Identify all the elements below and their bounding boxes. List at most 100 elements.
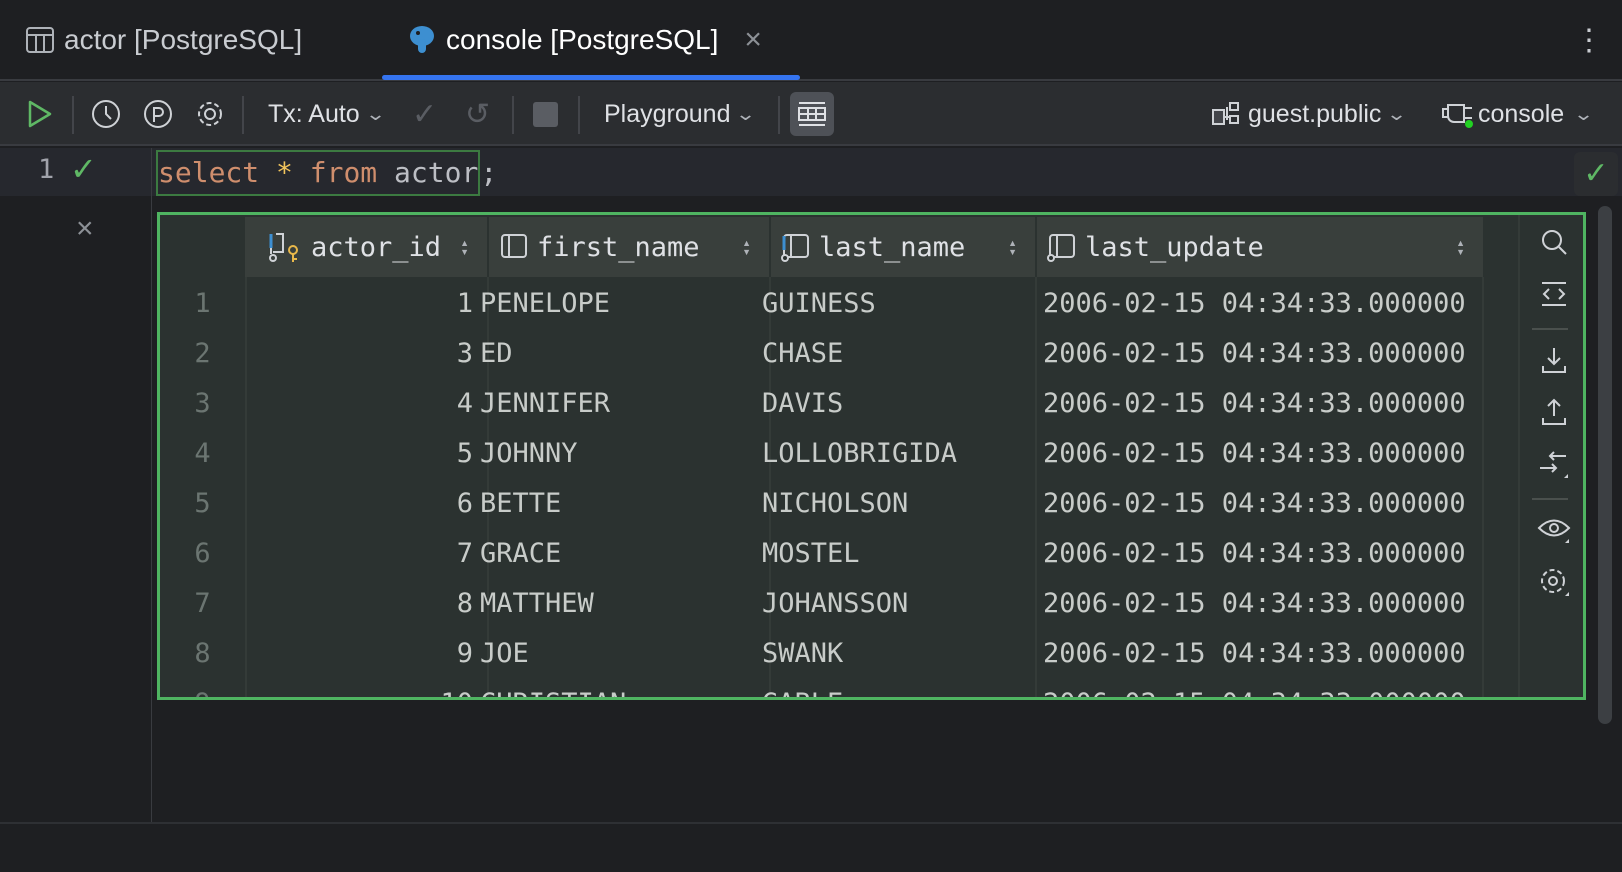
cell-last-update[interactable]: 2006-02-15 04:34:33.000000 xyxy=(1043,529,1466,579)
gutter-divider xyxy=(151,148,152,822)
transaction-mode-dropdown[interactable]: Tx: Auto ⌄ xyxy=(268,82,386,146)
cell-last-update[interactable]: 2006-02-15 04:34:33.000000 xyxy=(1043,579,1466,629)
column-header-first_name[interactable]: first_name ▲ ▼ xyxy=(489,217,769,277)
clock-icon xyxy=(92,100,120,128)
rollback-button[interactable]: ↺ xyxy=(465,82,490,146)
cell-last-update[interactable]: 2006-02-15 04:34:33.000000 xyxy=(1043,429,1466,479)
cell-first-name[interactable]: PENELOPE xyxy=(480,279,610,329)
cell-actor-id[interactable]: 9 xyxy=(245,629,473,679)
cell-last-name[interactable]: DAVIS xyxy=(762,379,843,429)
table-row[interactable]: 5 6 BETTE NICHOLSON 2006-02-15 04:34:33.0000… xyxy=(160,479,1490,529)
result-grid[interactable]: actor_id ▲ ▼ first_name ▲ ▼ last_name ▲ ▼ last_up… xyxy=(157,212,1586,700)
cell-first-name[interactable]: JOE xyxy=(480,629,529,679)
cell-last-update[interactable]: 2006-02-15 04:34:33.000000 xyxy=(1043,279,1466,329)
parameters-button[interactable] xyxy=(142,82,174,146)
cell-last-update[interactable]: 2006-02-15 04:34:33.000000 xyxy=(1043,379,1466,429)
cell-first-name[interactable]: ED xyxy=(480,329,513,379)
sort-icon[interactable]: ▲ ▼ xyxy=(1008,239,1017,257)
column-header-last_update[interactable]: last_update ▲ ▼ xyxy=(1037,217,1483,277)
history-button[interactable] xyxy=(90,82,122,146)
column-header-last_name[interactable]: last_name ▲ ▼ xyxy=(771,217,1035,277)
divider xyxy=(1532,328,1568,330)
settings-button[interactable] xyxy=(194,82,226,146)
cell-last-name[interactable]: MOSTEL xyxy=(762,529,860,579)
run-button[interactable] xyxy=(26,82,54,146)
search-icon[interactable] xyxy=(1537,225,1571,259)
cell-actor-id[interactable]: 1 xyxy=(245,279,473,329)
vertical-scrollbar[interactable] xyxy=(1598,206,1612,724)
eye-icon[interactable] xyxy=(1537,513,1571,547)
cell-actor-id[interactable]: 7 xyxy=(245,529,473,579)
sort-icon[interactable]: ▲ ▼ xyxy=(1456,239,1465,257)
more-icon[interactable]: ⋮ xyxy=(1574,0,1604,80)
download-icon[interactable] xyxy=(1537,343,1571,377)
sql-editor[interactable]: select * from actor; xyxy=(156,150,497,196)
column-name: last_update xyxy=(1085,231,1264,263)
chevron-down-icon: ⌄ xyxy=(364,103,386,124)
row-number: 6 xyxy=(194,538,211,569)
row-number: 2 xyxy=(194,338,211,369)
star-token: * xyxy=(276,156,293,189)
cell-last-name[interactable]: SWANK xyxy=(762,629,843,679)
table-row[interactable]: 7 8 MATTHEW JOHANSSON 2006-02-15 04:34:33.00… xyxy=(160,579,1490,629)
table-row[interactable]: 1 1 PENELOPE GUINESS 2006-02-15 04:34:33.000… xyxy=(160,279,1490,329)
cell-first-name[interactable]: BETTE xyxy=(480,479,561,529)
primary-key-column-icon xyxy=(269,232,303,262)
cell-first-name[interactable]: JOHNNY xyxy=(480,429,578,479)
playground-dropdown[interactable]: Playground ⌄ xyxy=(604,82,757,146)
cell-last-name[interactable]: CHASE xyxy=(762,329,843,379)
cell-last-update[interactable]: 2006-02-15 04:34:33.000000 xyxy=(1043,679,1466,697)
cell-last-name[interactable]: GABLE xyxy=(762,679,843,697)
sort-icon[interactable]: ▲ ▼ xyxy=(742,239,751,257)
cell-actor-id[interactable]: 8 xyxy=(245,579,473,629)
tab-actor[interactable]: actor [PostgreSQL] xyxy=(26,0,302,80)
code-view-icon[interactable] xyxy=(1537,277,1571,311)
cell-last-name[interactable]: LOLLOBRIGIDA xyxy=(762,429,957,479)
cell-first-name[interactable]: GRACE xyxy=(480,529,561,579)
session-dropdown[interactable]: console ⌄ xyxy=(1442,82,1594,146)
cell-actor-id[interactable]: 6 xyxy=(245,479,473,529)
schema-dropdown[interactable]: guest.public ⌄ xyxy=(1212,82,1408,146)
cell-first-name[interactable]: CHRISTIAN xyxy=(480,679,626,697)
cell-last-update[interactable]: 2006-02-15 04:34:33.000000 xyxy=(1043,629,1466,679)
divider xyxy=(1532,498,1568,500)
cell-actor-id[interactable]: 3 xyxy=(245,329,473,379)
cell-first-name[interactable]: JENNIFER xyxy=(480,379,610,429)
cell-last-name[interactable]: GUINESS xyxy=(762,279,876,329)
table-row[interactable]: 4 5 JOHNNY LOLLOBRIGIDA 2006-02-15 04:34:33.… xyxy=(160,429,1490,479)
grid-icon xyxy=(798,102,826,126)
row-number: 4 xyxy=(194,438,211,469)
gear-icon xyxy=(198,102,222,126)
tab-label: console [PostgreSQL] xyxy=(446,24,719,55)
cell-actor-id[interactable]: 4 xyxy=(245,379,473,429)
table-row[interactable]: 910 CHRISTIAN GABLE 2006-02-15 04:34:33.000… xyxy=(160,679,1490,697)
table-row[interactable]: 2 3 ED CHASE 2006-02-15 04:34:33.000000 xyxy=(160,329,1490,379)
close-result-icon[interactable]: × xyxy=(76,212,94,246)
chevron-down-icon: ⌄ xyxy=(735,103,757,124)
cell-actor-id[interactable]: 5 xyxy=(245,429,473,479)
gear-icon[interactable] xyxy=(1537,565,1571,599)
chevron-down-icon: ⌄ xyxy=(1386,103,1408,124)
cell-last-name[interactable]: JOHANSSON xyxy=(762,579,908,629)
cell-last-update[interactable]: 2006-02-15 04:34:33.000000 xyxy=(1043,329,1466,379)
stop-button[interactable] xyxy=(533,82,558,146)
keyword-from: from xyxy=(309,156,378,189)
close-icon[interactable]: × xyxy=(744,23,762,57)
sort-icon[interactable]: ▲ ▼ xyxy=(460,239,469,257)
schema-label: guest.public xyxy=(1248,99,1382,128)
column-header-actor_id[interactable]: actor_id ▲ ▼ xyxy=(245,217,487,277)
tab-console[interactable]: console [PostgreSQL] × xyxy=(408,0,762,80)
table-row[interactable]: 8 9 JOE SWANK 2006-02-15 04:34:33.000000 xyxy=(160,629,1490,679)
cell-last-update[interactable]: 2006-02-15 04:34:33.000000 xyxy=(1043,479,1466,529)
cell-last-name[interactable]: NICHOLSON xyxy=(762,479,908,529)
table-row[interactable]: 6 7 GRACE MOSTEL 2006-02-15 04:34:33.000000 xyxy=(160,529,1490,579)
active-tab-indicator xyxy=(382,75,800,80)
schema-icon xyxy=(1212,102,1239,125)
commit-button[interactable]: ✓ xyxy=(412,82,437,146)
table-row[interactable]: 3 4 JENNIFER DAVIS 2006-02-15 04:34:33.00000… xyxy=(160,379,1490,429)
upload-icon[interactable] xyxy=(1537,395,1571,429)
compare-icon[interactable] xyxy=(1537,447,1571,481)
output-in-grid-button[interactable] xyxy=(790,92,834,136)
cell-actor-id[interactable]: 10 xyxy=(245,679,473,697)
cell-first-name[interactable]: MATTHEW xyxy=(480,579,594,629)
